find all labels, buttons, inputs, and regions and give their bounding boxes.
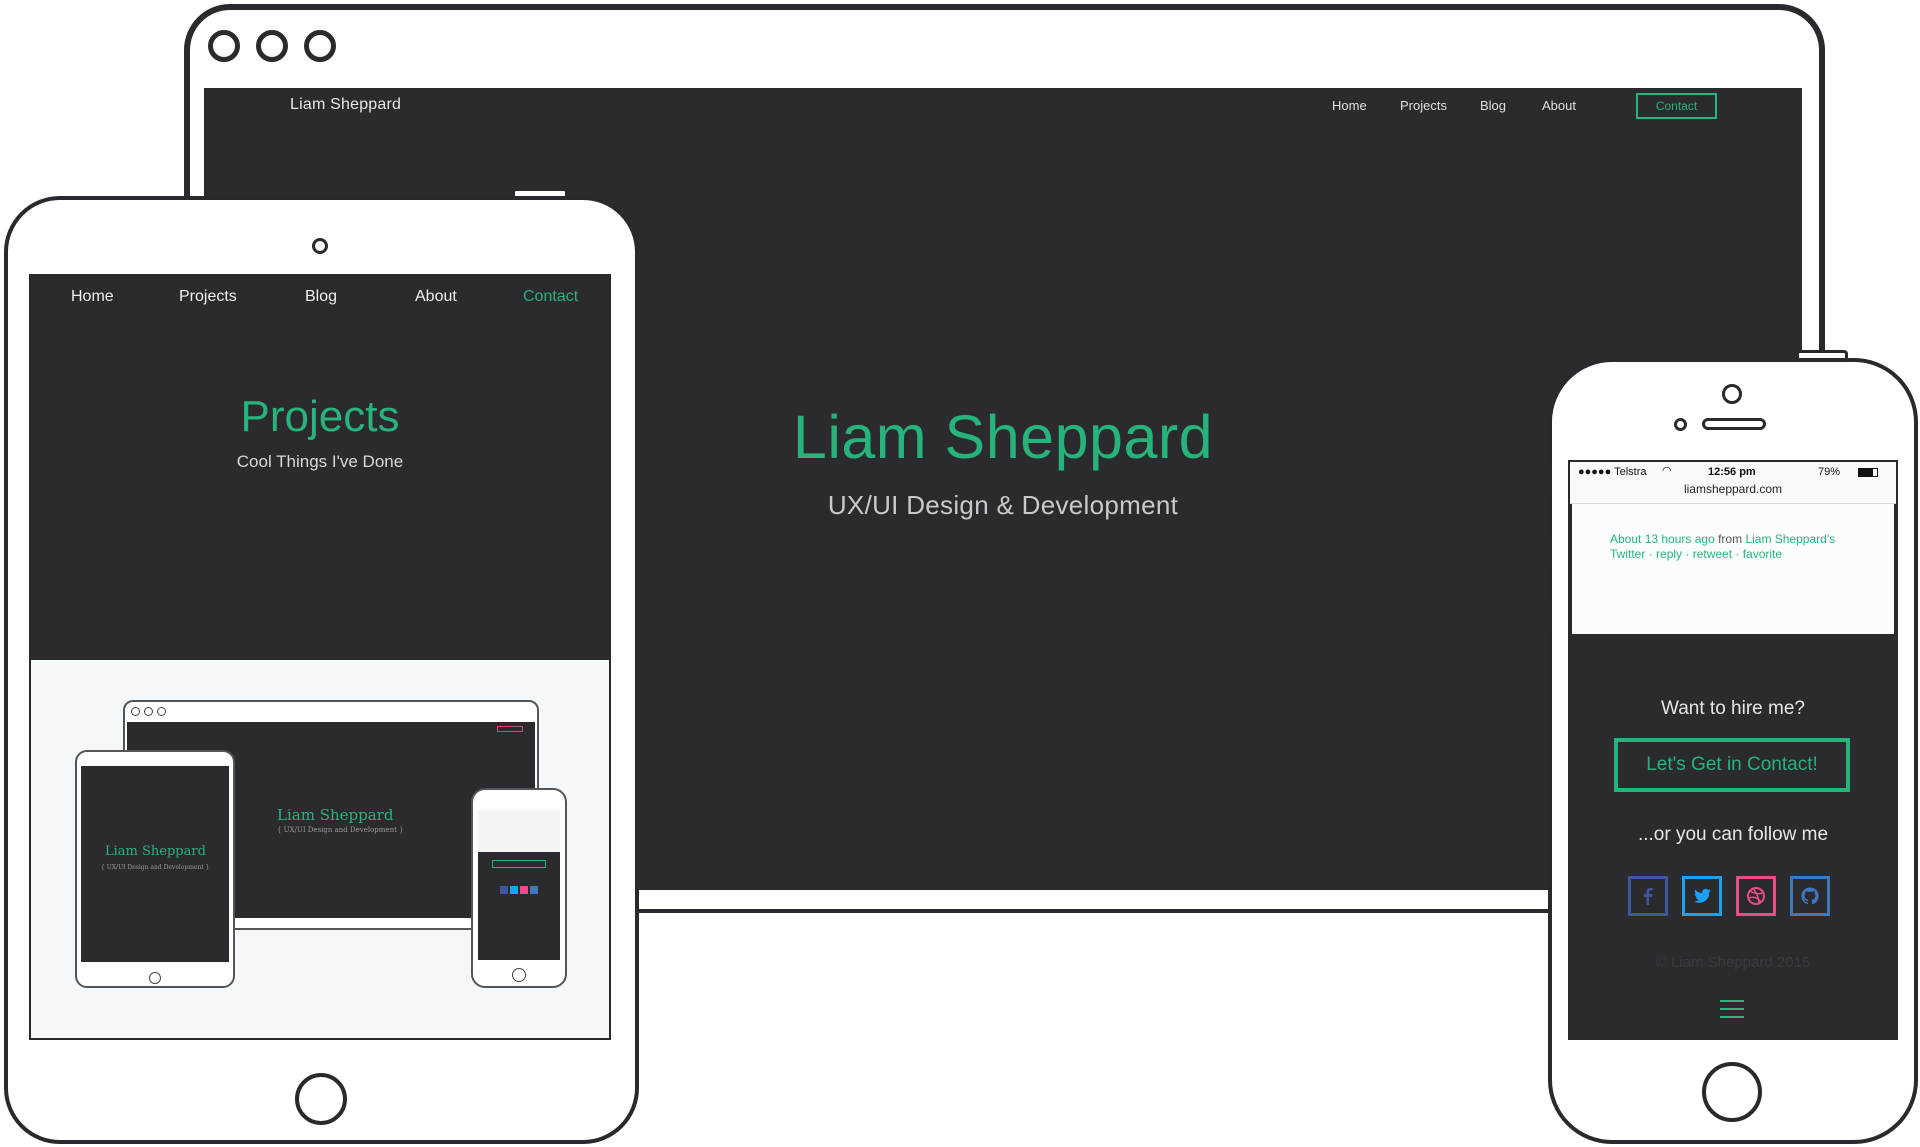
mini-phone-home-icon — [512, 968, 526, 982]
phone-speaker-icon — [1702, 418, 1766, 430]
tweet-time-link[interactable]: About 13 hours ago — [1610, 532, 1715, 546]
wifi-icon: ◠ — [1662, 465, 1672, 477]
twitter-icon — [1694, 888, 1711, 903]
facebook-button[interactable] — [1628, 876, 1668, 916]
mini-phone-cta — [492, 860, 546, 868]
tablet-nav-projects[interactable]: Projects — [179, 288, 237, 306]
contact-button[interactable]: Contact — [1636, 93, 1717, 119]
battery-icon — [1858, 468, 1878, 477]
tablet-nav-home[interactable]: Home — [71, 288, 114, 306]
mini-window-dot-icon — [131, 707, 140, 716]
copyright-text: © Liam Sheppard 2015 — [1655, 954, 1811, 971]
mini-window-dot-icon — [144, 707, 153, 716]
window-dot-icon — [304, 30, 336, 62]
url-text: liamsheppard.com — [1683, 482, 1783, 496]
phone-volume-button — [1542, 466, 1548, 496]
nav-blog[interactable]: Blog — [1480, 98, 1506, 113]
mini-dribbble-icon — [520, 886, 528, 894]
tweet-meta: About 13 hours ago from Liam Sheppard's … — [1610, 532, 1860, 562]
mini-tablet-home-icon — [149, 972, 161, 984]
mini-facebook-icon — [500, 886, 508, 894]
follow-heading: ...or you can follow me — [1637, 824, 1829, 845]
facebook-icon — [1644, 888, 1653, 905]
dribbble-icon — [1747, 887, 1765, 905]
nav-projects[interactable]: Projects — [1400, 98, 1447, 113]
dribbble-button[interactable] — [1736, 876, 1776, 916]
phone-camera-icon — [1722, 384, 1742, 404]
phone-volume-button — [1542, 538, 1548, 568]
mini-tablet-screen: Liam Sheppard { UX/UI Design and Develop… — [81, 766, 229, 962]
tablet-camera-icon — [312, 238, 328, 254]
nav-about[interactable]: About — [1542, 98, 1576, 113]
monitor-stand-edge — [620, 892, 1570, 913]
tablet-home-button[interactable] — [295, 1073, 347, 1125]
carrier-label: ●●●●● Telstra — [1578, 466, 1647, 478]
mini-monitor-title: Liam Sheppard — [277, 806, 394, 824]
window-dot-icon — [208, 30, 240, 62]
github-icon — [1801, 887, 1819, 905]
tablet-nav-about[interactable]: About — [415, 288, 457, 306]
mini-tablet-subtitle: { UX/UI Design and Development } — [101, 864, 210, 871]
mini-tablet-title: Liam Sheppard — [105, 844, 206, 859]
phone-volume-button — [1542, 602, 1548, 632]
mini-twitter-icon — [510, 886, 518, 894]
menu-hamburger-icon[interactable] — [1720, 1000, 1744, 1020]
phone-sensor-icon — [1674, 418, 1687, 431]
battery-percent: 79% — [1818, 466, 1841, 478]
github-button[interactable] — [1790, 876, 1830, 916]
mini-phone-screen — [478, 810, 560, 960]
tablet-nav-contact[interactable]: Contact — [523, 288, 578, 306]
status-time: 12:56 pm — [1708, 466, 1756, 478]
phone-status-bar: ●●●●● Telstra ◠ 12:56 pm 79% — [1570, 462, 1896, 484]
mini-contact-button — [497, 726, 523, 732]
tweet-card — [1572, 504, 1894, 634]
hire-heading: Want to hire me? — [1661, 698, 1805, 719]
mini-monitor-subtitle: { UX/UI Design and Development } — [277, 826, 404, 834]
projects-subtitle: Cool Things I've Done — [236, 452, 404, 471]
tablet-screen: Home Projects Blog About Contact Project… — [29, 274, 611, 1040]
project-showcase-image[interactable]: Liam Sheppard { UX/UI Design and Develop… — [31, 660, 609, 1038]
twitter-button[interactable] — [1682, 876, 1722, 916]
phone-screen: ●●●●● Telstra ◠ 12:56 pm 79% liamsheppar… — [1568, 460, 1898, 1040]
site-brand[interactable]: Liam Sheppard — [290, 96, 401, 114]
contact-cta-button[interactable]: Let's Get in Contact! — [1614, 738, 1850, 792]
nav-home[interactable]: Home — [1332, 98, 1367, 113]
tablet-nav-blog[interactable]: Blog — [305, 288, 337, 306]
tweet-actions[interactable]: · reply · retweet · favorite — [1649, 547, 1782, 561]
tweet-from-label: from — [1718, 532, 1743, 546]
mini-window-dot-icon — [157, 707, 166, 716]
mini-phone-header — [478, 810, 560, 852]
phone-home-button[interactable] — [1702, 1062, 1762, 1122]
window-dot-icon — [256, 30, 288, 62]
mini-github-icon — [530, 886, 538, 894]
url-bar[interactable]: liamsheppard.com — [1570, 482, 1896, 504]
projects-title: Projects — [240, 392, 400, 441]
